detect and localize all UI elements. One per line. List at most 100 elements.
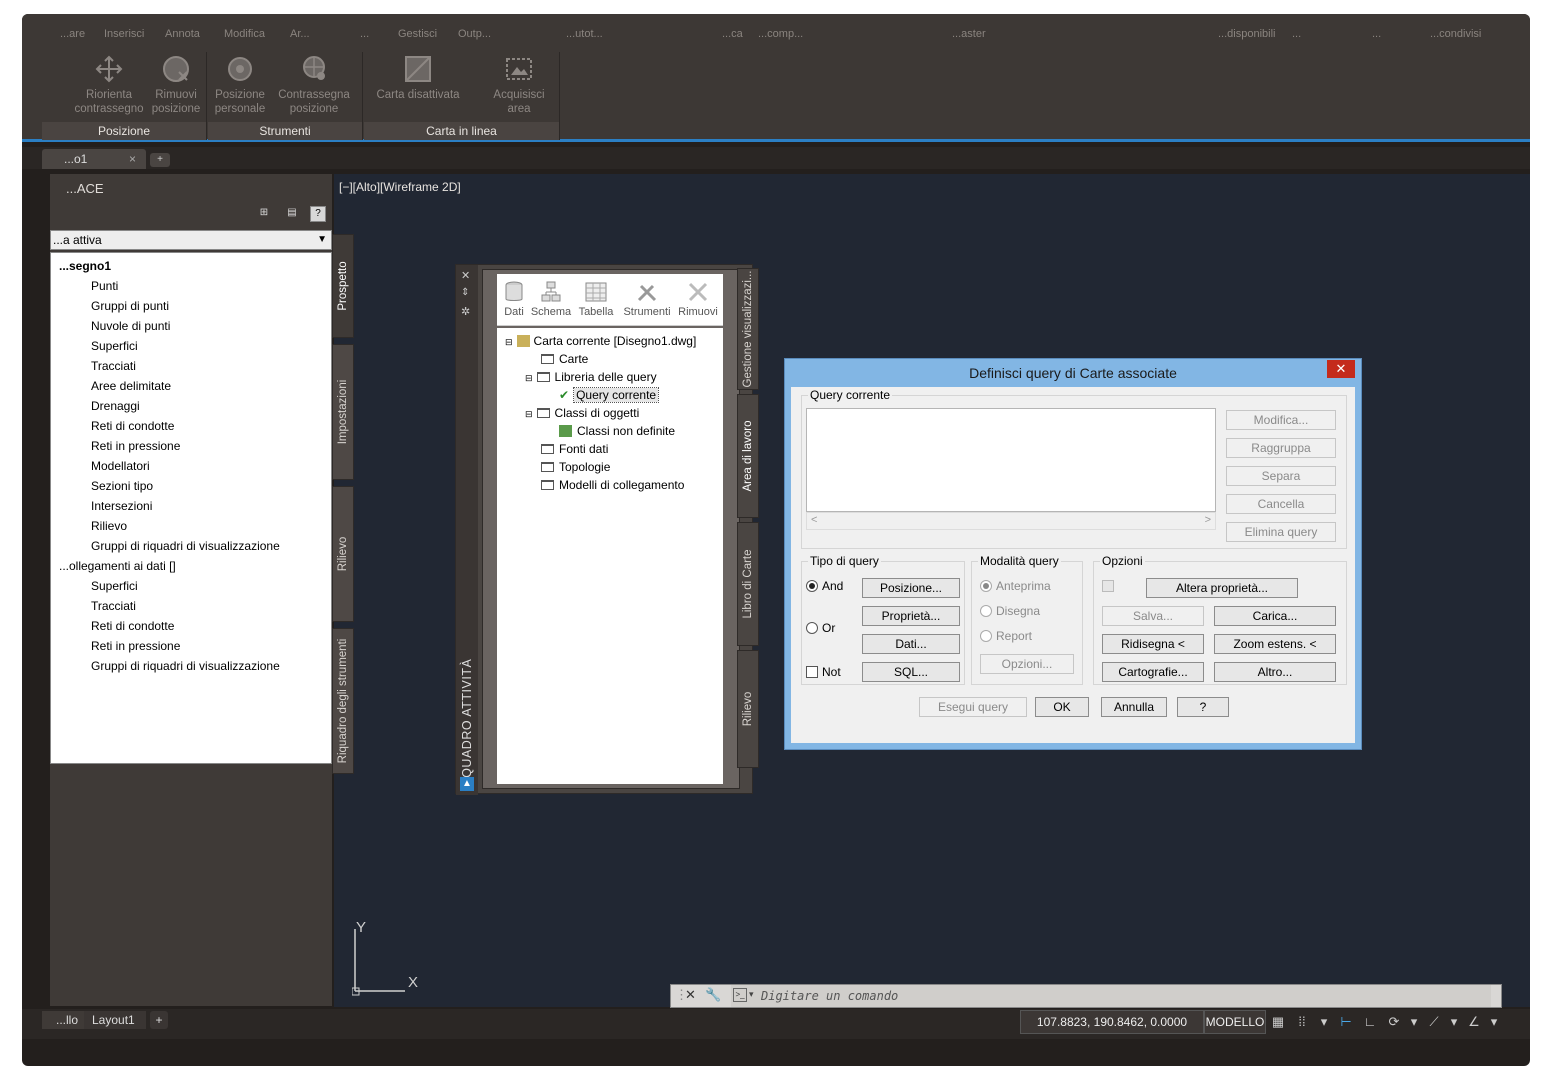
modify-button[interactable]: Modifica... [1226, 410, 1336, 430]
tree-item-maps[interactable]: Carte [541, 352, 588, 366]
zoom-extents-button[interactable]: Zoom estens. < [1214, 634, 1336, 654]
close-icon[interactable]: ✕ [461, 269, 470, 282]
ok-button[interactable]: OK [1035, 697, 1089, 717]
tree-item-object-classes[interactable]: ⊟ Classi di oggetti [525, 406, 639, 420]
tree-item[interactable]: Reti in pressione [91, 439, 180, 453]
tree-item[interactable]: Punti [91, 279, 118, 293]
tree-item[interactable]: Nuvole di punti [91, 319, 170, 333]
chevron-down-icon[interactable]: ▾ [1316, 1014, 1332, 1030]
tree-item-data-shortcuts[interactable]: ...ollegamenti ai dati [] [59, 559, 176, 573]
tree-item[interactable]: Reti di condotte [91, 419, 174, 433]
close-command-icon[interactable]: ✕ [685, 987, 696, 1003]
sql-button[interactable]: SQL... [862, 662, 960, 682]
query-scrollbar[interactable]: < > [806, 512, 1216, 530]
ribbon-tab[interactable]: ...condivisi [1430, 28, 1481, 40]
ribbon-tab[interactable]: Modifica [224, 28, 265, 40]
redraw-button[interactable]: Ridisegna < [1102, 634, 1204, 654]
clear-query-button[interactable]: Elimina query [1226, 522, 1336, 542]
tree-item[interactable]: Tracciati [91, 359, 136, 373]
help-button[interactable]: ? [1177, 697, 1229, 717]
coordinates-readout[interactable]: 107.8823, 190.8462, 0.0000 [1020, 1010, 1204, 1034]
load-button[interactable]: Carica... [1214, 606, 1336, 626]
mode-options-button[interactable]: Opzioni... [980, 654, 1074, 674]
reorient-marker-button[interactable]: Riorienta contrassegno [74, 54, 144, 116]
ribbon-tab[interactable]: ...disponibili [1218, 28, 1275, 40]
ribbon-tab[interactable]: Gestisci [398, 28, 437, 40]
view-select[interactable]: ...a attiva ▼ [50, 230, 332, 250]
property-button[interactable]: Proprietà... [862, 606, 960, 626]
osnap-tracking-icon[interactable]: ∠ [1466, 1014, 1482, 1030]
ribbon-tab[interactable]: ... [1372, 28, 1381, 40]
dialog-close-button[interactable]: ✕ [1327, 360, 1355, 378]
tree-item-undefined-classes[interactable]: Classi non definite [559, 424, 675, 438]
table-button[interactable]: Tabella [573, 280, 619, 318]
scroll-right-icon[interactable]: > [1205, 514, 1211, 526]
tree-item-data-sources[interactable]: Fonti dati [541, 442, 608, 456]
remove-position-button[interactable]: Rimuovi posizione [146, 54, 206, 116]
tree-item[interactable]: Modellatori [91, 459, 150, 473]
command-input[interactable]: >_ ▾ Digitare un comando [731, 985, 1491, 1007]
alter-properties-checkbox[interactable] [1102, 580, 1114, 592]
tree-item-link-templates[interactable]: Modelli di collegamento [541, 478, 684, 492]
current-query-box[interactable] [806, 408, 1216, 512]
mapbooks-button[interactable]: Cartografie... [1102, 662, 1204, 682]
more-button[interactable]: Altro... [1214, 662, 1336, 682]
command-prompt-icon[interactable]: >_ [733, 988, 747, 1002]
isodraft-icon[interactable]: ⟋ [1426, 1014, 1442, 1030]
tab-impostazioni[interactable]: Impostazioni [332, 344, 354, 480]
ribbon-tab[interactable]: ... [1292, 28, 1301, 40]
delete-button[interactable]: Cancella [1226, 494, 1336, 514]
help-icon[interactable]: ? [310, 206, 326, 222]
data-query-button[interactable]: Dati... [862, 634, 960, 654]
chevron-down-icon[interactable]: ▾ [1486, 1014, 1502, 1030]
model-space-button[interactable]: MODELLO [1204, 1010, 1266, 1034]
ribbon-tab[interactable]: Ar... [290, 28, 310, 40]
chevron-down-icon[interactable]: ▾ [749, 989, 754, 1000]
tree-item[interactable]: Superfici [91, 339, 138, 353]
ribbon-tab[interactable]: ... [360, 28, 369, 40]
capture-area-button[interactable]: Acquisisci area [484, 54, 554, 116]
tree-view-icon[interactable]: ⊞ [256, 206, 272, 222]
remove-button[interactable]: Rimuovi [673, 280, 723, 318]
ribbon-tab[interactable]: Outp... [458, 28, 491, 40]
tree-item[interactable]: Rilievo [91, 519, 127, 533]
tab-survey[interactable]: Rilievo [737, 650, 759, 768]
tree-item[interactable]: Gruppi di punti [91, 299, 169, 313]
not-checkbox[interactable] [806, 666, 818, 678]
wrench-icon[interactable]: 🔧 [705, 987, 721, 1003]
list-view-icon[interactable]: ▤ [284, 206, 300, 222]
schema-button[interactable]: Schema [528, 280, 574, 318]
auto-hide-icon[interactable]: ⇕ [461, 287, 469, 298]
ribbon-tab[interactable]: ...ca [722, 28, 743, 40]
tab-rilievo[interactable]: Rilievo [332, 486, 354, 622]
save-button[interactable]: Salva... [1102, 606, 1204, 626]
snap-icon[interactable]: ⁞⁞ [1294, 1014, 1310, 1030]
ortho-icon[interactable]: ∟ [1362, 1014, 1378, 1030]
gear-icon[interactable]: ✲ [461, 305, 470, 318]
tab-workspace[interactable]: Area di lavoro [737, 394, 759, 518]
and-radio[interactable] [806, 580, 818, 592]
report-radio[interactable] [980, 630, 992, 642]
group-button[interactable]: Raggruppa [1226, 438, 1336, 458]
tree-item[interactable]: Superfici [91, 579, 138, 593]
tab-riquadro-strumenti[interactable]: Riquadro degli strumenti [332, 628, 354, 774]
chevron-down-icon[interactable]: ▾ [1406, 1014, 1422, 1030]
mark-position-button[interactable]: Contrassegna posizione [274, 54, 354, 116]
draw-radio[interactable] [980, 605, 992, 617]
grid-icon[interactable]: ▦ [1270, 1014, 1286, 1030]
ribbon-tab[interactable]: Inserisci [104, 28, 144, 40]
tree-item-current-drawing[interactable]: ⊟ Carta corrente [Disegno1.dwg] [505, 334, 696, 348]
or-radio[interactable] [806, 622, 818, 634]
tree-item[interactable]: Gruppi di riquadri di visualizzazione [91, 539, 280, 553]
document-tab[interactable]: ...o1 × [42, 149, 146, 169]
tab-display-manager[interactable]: Gestione visualizzazi... [737, 268, 759, 390]
tree-item[interactable]: Intersezioni [91, 499, 152, 513]
tree-item[interactable]: Sezioni tipo [91, 479, 153, 493]
model-tab[interactable]: ...llo [42, 1011, 90, 1029]
polar-icon[interactable]: ⟳ [1386, 1014, 1402, 1030]
ribbon-tab[interactable]: ...aster [952, 28, 986, 40]
alter-properties-button[interactable]: Altera proprietà... [1146, 578, 1298, 598]
personal-position-button[interactable]: Posizione personale [210, 54, 270, 116]
tools-button[interactable]: Strumenti [621, 280, 673, 318]
map-off-button[interactable]: Carta disattivata [368, 54, 468, 102]
